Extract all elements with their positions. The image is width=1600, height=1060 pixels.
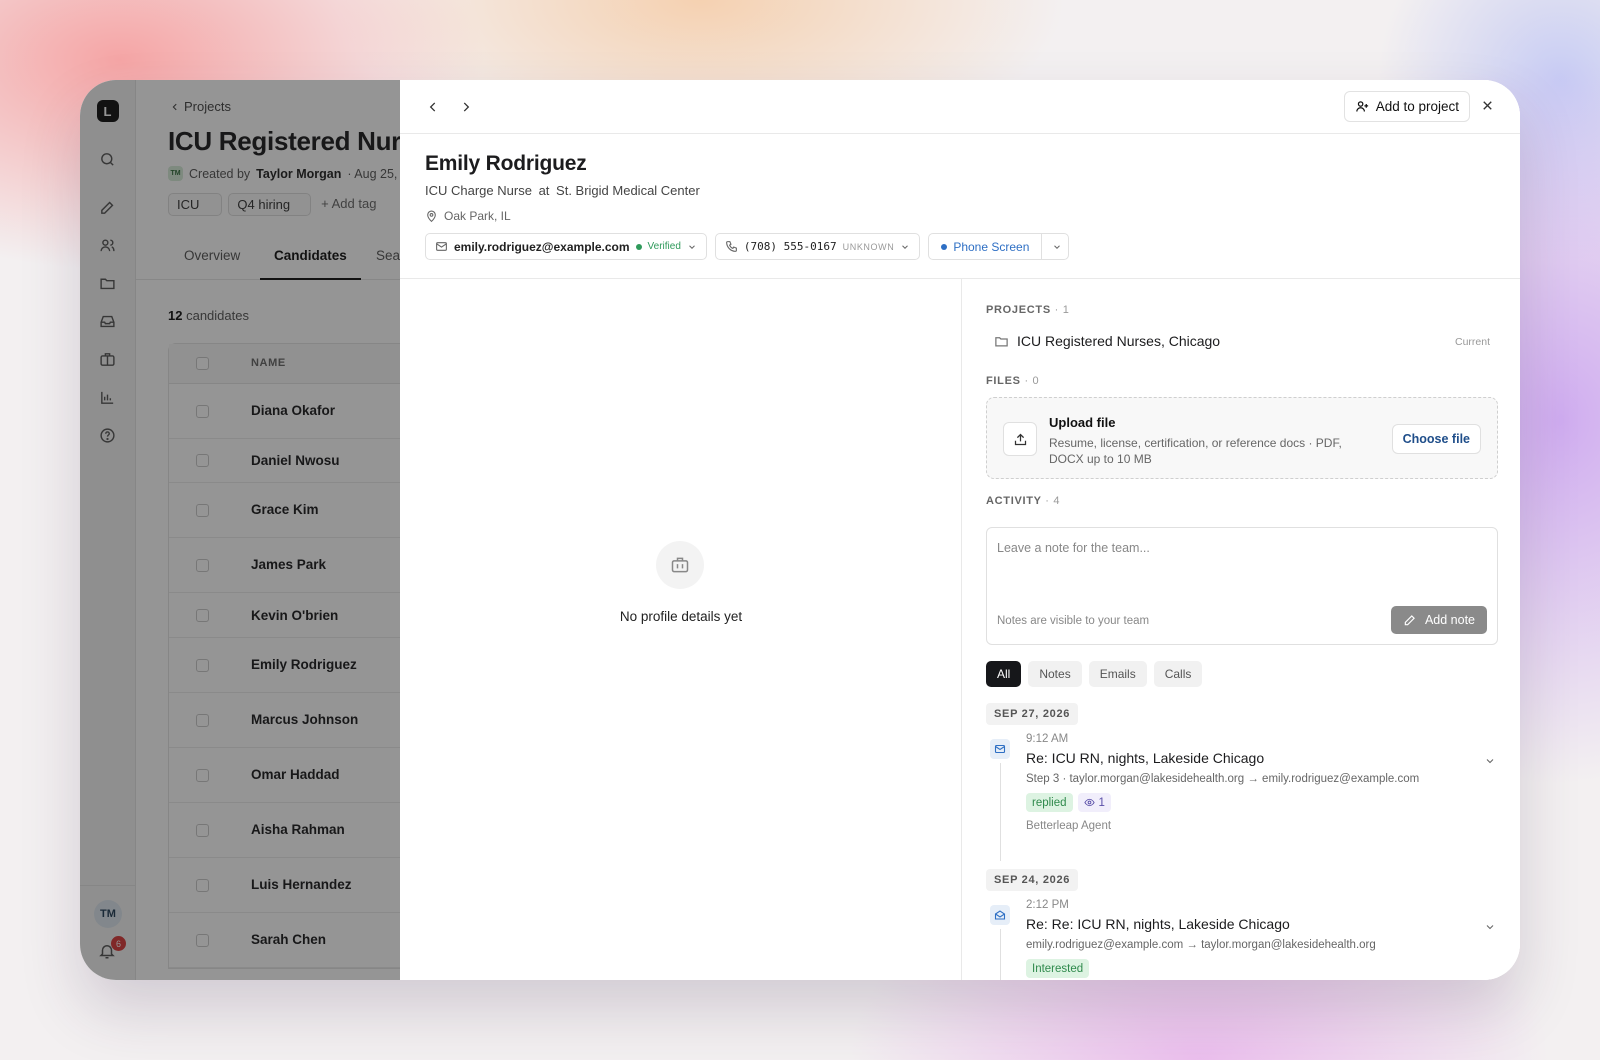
add-user-icon: [1355, 101, 1368, 112]
stage-select[interactable]: Phone Screen: [928, 233, 1070, 260]
location-pin-icon: [427, 210, 436, 222]
chevron-down-icon[interactable]: [1484, 755, 1496, 767]
profile-pane: No profile details yet: [400, 279, 962, 980]
add-note-label: Add note: [1424, 613, 1475, 627]
activity-subject[interactable]: Re: ICU RN, nights, Lakeside Chicago: [1026, 750, 1264, 766]
add-to-project-label: Add to project: [1375, 99, 1459, 114]
candidate-role: ICU Charge Nurse: [425, 183, 532, 198]
views-badge: 1: [1077, 793, 1111, 812]
upload-icon: [1003, 422, 1037, 456]
add-note-button[interactable]: Add note: [1390, 606, 1487, 634]
projects-section-label: PROJECTS: [986, 304, 1051, 316]
rail-scrim[interactable]: [80, 80, 136, 980]
filter-emails[interactable]: Emails: [1088, 661, 1147, 687]
activity-filters: All Notes Emails Calls: [986, 661, 1203, 687]
activity-agent: Betterleap Agent: [1026, 820, 1112, 832]
activity-tags: Interested: [1026, 959, 1090, 978]
mail-open-icon: [990, 905, 1010, 925]
activity-date: SEP 24, 2026: [986, 869, 1079, 891]
filter-notes[interactable]: Notes: [1028, 661, 1082, 687]
phone-icon: [725, 241, 737, 252]
status-badge: replied: [1026, 793, 1073, 812]
projects-section-title: PROJECTS · 1: [986, 304, 1070, 316]
email-chip[interactable]: emily.rodriguez@example.com Verified: [425, 233, 707, 260]
chevron-right-icon: [463, 102, 470, 112]
verified-dot: [635, 243, 642, 250]
chevron-down-icon: [902, 244, 909, 249]
add-to-project-button[interactable]: Add to project: [1343, 91, 1470, 122]
activity-section-label: ACTIVITY: [986, 495, 1042, 507]
drawer-toolbar: Add to project: [400, 80, 1520, 134]
email-address: emily.rodriguez@example.com: [454, 239, 630, 254]
mail-icon: [436, 242, 447, 251]
mail-icon: [990, 739, 1010, 759]
phone-status: UNKNOWN: [842, 241, 895, 252]
chevron-down-icon: [1054, 244, 1061, 249]
filter-all[interactable]: All: [986, 661, 1022, 687]
folder-icon: [995, 336, 1008, 346]
activity-count: · 4: [1045, 495, 1061, 507]
email-status: Verified: [647, 241, 681, 252]
candidate-name-heading: Emily Rodriguez: [425, 152, 587, 175]
candidate-drawer: Add to project Emily Rodriguez ICU Charg…: [400, 80, 1520, 980]
files-count: · 0: [1024, 375, 1040, 387]
close-icon: [1483, 101, 1492, 110]
activity-time: 9:12 AM: [1026, 733, 1069, 745]
chevron-down-icon: [689, 244, 695, 249]
stage-label: Phone Screen: [953, 239, 1030, 254]
location-text: Oak Park, IL: [444, 209, 511, 223]
activity-time: 2:12 PM: [1026, 899, 1069, 911]
chevron-left-icon: [429, 102, 436, 112]
activity-item[interactable]: 2:12 PM Re: Re: ICU RN, nights, Lakeside…: [986, 899, 1498, 980]
next-candidate-button[interactable]: [457, 98, 475, 116]
candidate-header: Emily Rodriguez ICU Charge Nurse at St. …: [400, 134, 1520, 279]
project-row[interactable]: ICU Registered Nurses, Chicago: [994, 333, 1220, 349]
chevron-down-icon[interactable]: [1484, 921, 1496, 933]
timeline-line: [1000, 929, 1001, 980]
upload-description: Resume, license, certification, or refer…: [1049, 436, 1342, 466]
contact-chips: emily.rodriguez@example.com Verified (70…: [425, 233, 1070, 260]
phone-chip[interactable]: (708) 555-0167 UNKNOWN: [714, 233, 921, 260]
choose-file-button[interactable]: Choose file: [1391, 424, 1481, 454]
candidate-location: Oak Park, IL: [425, 209, 511, 223]
note-footer: Notes are visible to your team: [997, 615, 1150, 627]
projects-count: · 1: [1054, 304, 1070, 316]
activity-subject[interactable]: Re: Re: ICU RN, nights, Lakeside Chicago: [1026, 916, 1290, 932]
timeline-line: [1000, 763, 1001, 861]
note-input[interactable]: Leave a note for the team... Notes are v…: [986, 527, 1498, 645]
activity-item[interactable]: 9:12 AM Re: ICU RN, nights, Lakeside Chi…: [986, 733, 1498, 861]
close-button[interactable]: [1480, 98, 1498, 116]
previous-candidate-button[interactable]: [424, 98, 442, 116]
briefcase-icon: [656, 541, 704, 589]
stage-dot: [941, 243, 948, 250]
phone-number: (708) 555-0167: [743, 240, 837, 253]
activity-meta: emily.rodriguez@example.com → taylor.mor…: [1026, 939, 1376, 951]
files-section-title: FILES · 0: [986, 375, 1039, 387]
stage-divider: [1041, 233, 1043, 260]
candidate-title: ICU Charge Nurse at St. Brigid Medical C…: [425, 183, 700, 198]
project-name[interactable]: ICU Registered Nurses, Chicago: [1017, 333, 1220, 349]
status-badge: Interested: [1026, 959, 1090, 978]
app-window: L TM 6 Projects ICU Registered Nurses, C…: [80, 80, 1520, 980]
activity-tags: replied 1: [1026, 793, 1111, 812]
upload-title: Upload file: [1049, 415, 1116, 430]
pencil-icon: [1404, 615, 1415, 626]
note-placeholder: Leave a note for the team...: [997, 541, 1150, 555]
candidate-employer: St. Brigid Medical Center: [556, 183, 700, 198]
empty-profile-text: No profile details yet: [619, 609, 743, 624]
files-section-label: FILES: [986, 375, 1021, 387]
activity-section-title: ACTIVITY · 4: [986, 495, 1060, 507]
file-dropzone[interactable]: Upload file Resume, license, certificati…: [986, 397, 1498, 479]
filter-calls[interactable]: Calls: [1153, 661, 1203, 687]
candidate-role-at: at: [538, 183, 550, 198]
activity-date: SEP 27, 2026: [986, 703, 1079, 725]
views-count: 1: [1098, 796, 1105, 809]
activity-meta: Step 3 · taylor.morgan@lakesidehealth.or…: [1026, 773, 1420, 785]
details-pane: PROJECTS · 1 ICU Registered Nurses, Chic…: [962, 279, 1520, 980]
project-status: Current: [1454, 336, 1490, 348]
eye-icon: [1083, 798, 1095, 807]
